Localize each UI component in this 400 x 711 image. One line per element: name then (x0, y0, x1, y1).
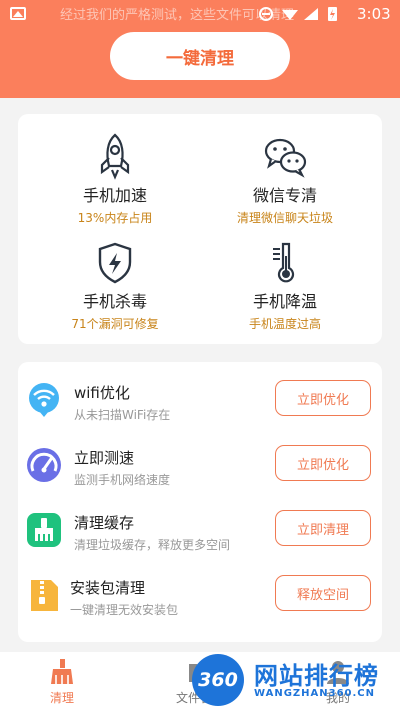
list-item-wifi: wifi优化 从未扫描WiFi存在 立即优化 (18, 368, 382, 432)
status-icons (259, 7, 337, 21)
tool-subtitle: 清理微信聊天垃圾 (236, 211, 333, 225)
nav-tab-clean[interactable]: 清理 (22, 652, 102, 711)
broom-icon (27, 513, 61, 547)
wechat-icon (264, 138, 307, 178)
tools-card: 手机加速 13%内存占用 微信专清 清理微信聊天垃圾 手机杀毒 71个漏洞可修复 (18, 114, 382, 344)
tool-subtitle: 13%内存占用 (77, 211, 153, 225)
list-item-clear-cache: 清理缓存 清理垃圾缓存，释放更多空间 立即清理 (18, 498, 382, 562)
status-time: 3:03 (357, 5, 391, 23)
shield-icon (98, 242, 132, 284)
tool-title: 手机杀毒 (82, 292, 147, 311)
tool-subtitle: 71个漏洞可修复 (71, 317, 159, 331)
thermometer-icon (273, 242, 295, 283)
wifi-signal-icon (282, 10, 298, 20)
speed-test-optimize-button[interactable]: 立即优化 (275, 445, 371, 481)
nav-label: 清理 (49, 691, 74, 705)
list-item-desc: 一键清理无效安装包 (70, 603, 179, 617)
function-list-card: wifi优化 从未扫描WiFi存在 立即优化 立即测速 监测手机网络速度 立即优… (18, 362, 382, 642)
list-item-title: 立即测速 (74, 449, 135, 467)
list-item-apk-clean: 安装包清理 一键清理无效安装包 释放空间 (18, 563, 382, 627)
one-click-clean-button[interactable]: 一键清理 (110, 32, 290, 80)
image-notification-icon (10, 7, 26, 20)
status-bar: 经过我们的严格测试，这些文件可以清理 3:03 (0, 0, 400, 28)
list-item-desc: 监测手机网络速度 (74, 473, 171, 487)
tool-title: 手机降温 (252, 292, 317, 311)
tool-title: 手机加速 (82, 186, 147, 205)
broom-icon (51, 659, 73, 684)
list-item-title: 清理缓存 (74, 514, 135, 532)
tool-phone-speedup[interactable]: 手机加速 13%内存占用 (40, 132, 190, 232)
tool-antivirus[interactable]: 手机杀毒 71个漏洞可修复 (40, 240, 190, 340)
tool-wechat-clean[interactable]: 微信专清 清理微信聊天垃圾 (210, 132, 360, 232)
list-item-desc: 从未扫描WiFi存在 (74, 408, 171, 422)
tool-subtitle: 手机温度过高 (248, 317, 321, 331)
watermark-badge: 360 (192, 654, 244, 706)
wifi-optimize-button[interactable]: 立即优化 (275, 380, 371, 416)
free-space-button[interactable]: 释放空间 (275, 575, 371, 611)
speedometer-icon (27, 448, 61, 482)
list-item-speed-test: 立即测速 监测手机网络速度 立即优化 (18, 433, 382, 497)
list-item-title: wifi优化 (74, 384, 130, 402)
cellular-signal-icon (304, 8, 318, 20)
clear-cache-button[interactable]: 立即清理 (275, 510, 371, 546)
watermark: 360 网站排行榜 WANGZHAN360.CN (190, 652, 400, 711)
watermark-subtext: WANGZHAN360.CN (254, 688, 376, 699)
watermark-text: 网站排行榜 (254, 662, 379, 690)
list-item-title: 安装包清理 (70, 579, 146, 597)
rocket-icon (100, 133, 130, 180)
wifi-icon (29, 383, 59, 417)
tool-phone-cooling[interactable]: 手机降温 手机温度过高 (210, 240, 360, 340)
zip-icon (31, 580, 58, 611)
tool-title: 微信专清 (252, 186, 317, 205)
list-item-desc: 清理垃圾缓存，释放更多空间 (74, 538, 231, 552)
